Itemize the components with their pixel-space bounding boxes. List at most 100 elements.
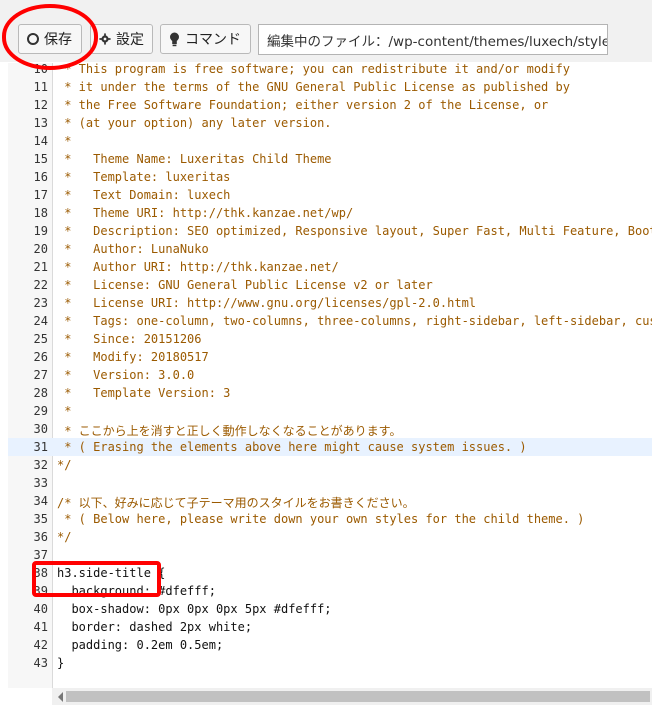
code-line[interactable]: 35 * ( Below here, please write down you… xyxy=(8,510,652,528)
code-line[interactable]: 10 * This program is free software; you … xyxy=(8,63,652,78)
save-button[interactable]: 保存 xyxy=(18,24,82,54)
code-line[interactable]: 19 * Description: SEO optimized, Respons… xyxy=(8,222,652,240)
code-text: * Author: LunaNuko xyxy=(57,242,209,256)
code-line[interactable]: 43} xyxy=(8,654,652,672)
code-line[interactable]: 17 * Text Domain: luxech xyxy=(8,186,652,204)
code-line[interactable]: 24 * Tags: one-column, two-columns, thre… xyxy=(8,312,652,330)
code-text: * This program is free software; you can… xyxy=(57,63,570,76)
code-line[interactable]: 34 /* 以下、好みに応じて子テーマ用のスタイルをお書きください。 xyxy=(8,492,652,510)
code-line[interactable]: 28 * Template Version: 3 xyxy=(8,384,652,402)
toolbar: 保存 設定 コマンド 編集中のファイル：/wp-content/themes/l… xyxy=(0,0,652,62)
code-text: * License: GNU General Public License v2… xyxy=(57,278,433,292)
line-number: 30 xyxy=(33,422,48,436)
line-number: 28 xyxy=(33,386,48,400)
code-line[interactable]: 36 */ xyxy=(8,528,652,546)
code-line[interactable]: 16 * Template: luxeritas xyxy=(8,168,652,186)
code-line[interactable]: 33 xyxy=(8,474,652,492)
line-number: 22 xyxy=(33,278,48,292)
code-text: * Text Domain: luxech xyxy=(57,188,231,202)
code-line[interactable]: 41 border: dashed 2px white; xyxy=(8,618,652,636)
settings-label: 設定 xyxy=(116,32,144,48)
code-line[interactable]: 11 * it under the terms of the GNU Gener… xyxy=(8,78,652,96)
code-line[interactable]: 29 * xyxy=(8,402,652,420)
code-text: * Template Version: 3 xyxy=(57,386,231,400)
code-line[interactable]: 23 * License URI: http://www.gnu.org/lic… xyxy=(8,294,652,312)
code-line[interactable]: 37 xyxy=(8,546,652,564)
code-line[interactable]: 30 * ここから上を消すと正しく動作しなくなることがあります。 xyxy=(8,420,652,438)
code-text: * Description: SEO optimized, Responsive… xyxy=(57,224,652,238)
code-text: */ xyxy=(57,530,72,544)
horizontal-scrollbar[interactable] xyxy=(52,688,652,705)
code-line[interactable]: 26 * Modify: 20180517 xyxy=(8,348,652,366)
save-label: 保存 xyxy=(44,32,72,48)
line-number: 16 xyxy=(33,170,48,184)
code-text: box-shadow: 0px 0px 0px 5px #dfefff; xyxy=(57,602,332,616)
code-editor[interactable]: 10 * This program is free software; you … xyxy=(8,63,652,707)
file-path-field[interactable]: 編集中のファイル：/wp-content/themes/luxech/style… xyxy=(258,24,608,55)
code-line[interactable]: 38 h3.side-title { xyxy=(8,564,652,582)
code-text: * ( Erasing the elements above here migh… xyxy=(57,440,527,454)
code-line[interactable]: 42 padding: 0.2em 0.5em; xyxy=(8,636,652,654)
code-text: } xyxy=(57,656,65,670)
line-number: 35 xyxy=(33,512,48,526)
code-line[interactable]: 22 * License: GNU General Public License… xyxy=(8,276,652,294)
line-number: 34 xyxy=(33,494,48,508)
line-number: 20 xyxy=(33,242,48,256)
code-text: * Author URI: http://thk.kanzae.net/ xyxy=(57,260,339,274)
code-line[interactable]: 39 background: #dfefff; xyxy=(8,582,652,600)
line-number: 31 xyxy=(33,440,48,454)
code-text: * Theme Name: Luxeritas Child Theme xyxy=(57,152,332,166)
scrollbar-thumb[interactable] xyxy=(66,691,650,702)
line-number: 19 xyxy=(33,224,48,238)
settings-button[interactable]: 設定 xyxy=(90,24,153,54)
code-text: * Template: luxeritas xyxy=(57,170,231,184)
line-number: 37 xyxy=(33,548,48,562)
code-line[interactable]: 40 box-shadow: 0px 0px 0px 5px #dfefff; xyxy=(8,600,652,618)
line-number: 11 xyxy=(33,80,48,94)
command-button[interactable]: コマンド xyxy=(160,24,251,54)
code-line[interactable]: 25 * Since: 20151206 xyxy=(8,330,652,348)
code-line[interactable]: 21 * Author URI: http://thk.kanzae.net/ xyxy=(8,258,652,276)
line-number: 14 xyxy=(33,134,48,148)
line-number: 25 xyxy=(33,332,48,346)
code-line[interactable]: 18 * Theme URI: http://thk.kanzae.net/wp… xyxy=(8,204,652,222)
code-line[interactable]: 32 */ xyxy=(8,456,652,474)
code-text: * License URI: http://www.gnu.org/licens… xyxy=(57,296,477,310)
gear-icon xyxy=(99,33,111,45)
line-number: 21 xyxy=(33,260,48,274)
code-line[interactable]: 27 * Version: 3.0.0 xyxy=(8,366,652,384)
line-number: 13 xyxy=(33,116,48,130)
code-text: * ここから上を消すと正しく動作しなくなることがあります。 xyxy=(57,424,402,438)
code-line[interactable]: 14 * xyxy=(8,132,652,150)
code-text: * it under the terms of the GNU General … xyxy=(57,80,570,94)
code-text: */ xyxy=(57,458,72,472)
line-number: 43 xyxy=(33,656,48,670)
line-number: 27 xyxy=(33,368,48,382)
code-text: border: dashed 2px white; xyxy=(57,620,253,634)
code-text: * xyxy=(57,134,72,148)
code-line[interactable]: 13 * (at your option) any later version. xyxy=(8,114,652,132)
line-number: 39 xyxy=(33,584,48,598)
code-line[interactable]: 12 * the Free Software Foundation; eithe… xyxy=(8,96,652,114)
code-line[interactable]: 15 * Theme Name: Luxeritas Child Theme xyxy=(8,150,652,168)
code-line[interactable]: 20 * Author: LunaNuko xyxy=(8,240,652,258)
code-line[interactable]: 31 * ( Erasing the elements above here m… xyxy=(8,438,652,456)
code-text: background: #dfefff; xyxy=(57,584,216,598)
line-number: 38 xyxy=(33,566,48,580)
code-text: * ( Below here, please write down your o… xyxy=(57,512,585,526)
line-number: 26 xyxy=(33,350,48,364)
line-number: 32 xyxy=(33,458,48,472)
code-text: * Since: 20151206 xyxy=(57,332,202,346)
code-text: h3.side-title { xyxy=(57,566,166,580)
code-text: * xyxy=(57,404,72,418)
lightbulb-icon xyxy=(170,32,179,46)
line-number: 41 xyxy=(33,620,48,634)
code-text: * the Free Software Foundation; either v… xyxy=(57,98,549,112)
file-path-text: 編集中のファイル：/wp-content/themes/luxech/style… xyxy=(267,33,608,50)
line-number: 40 xyxy=(33,602,48,616)
code-text: * Modify: 20180517 xyxy=(57,350,209,364)
circle-icon xyxy=(27,33,39,45)
code-text: padding: 0.2em 0.5em; xyxy=(57,638,224,652)
line-number: 33 xyxy=(33,476,48,490)
arrow-left-icon[interactable] xyxy=(58,692,63,702)
